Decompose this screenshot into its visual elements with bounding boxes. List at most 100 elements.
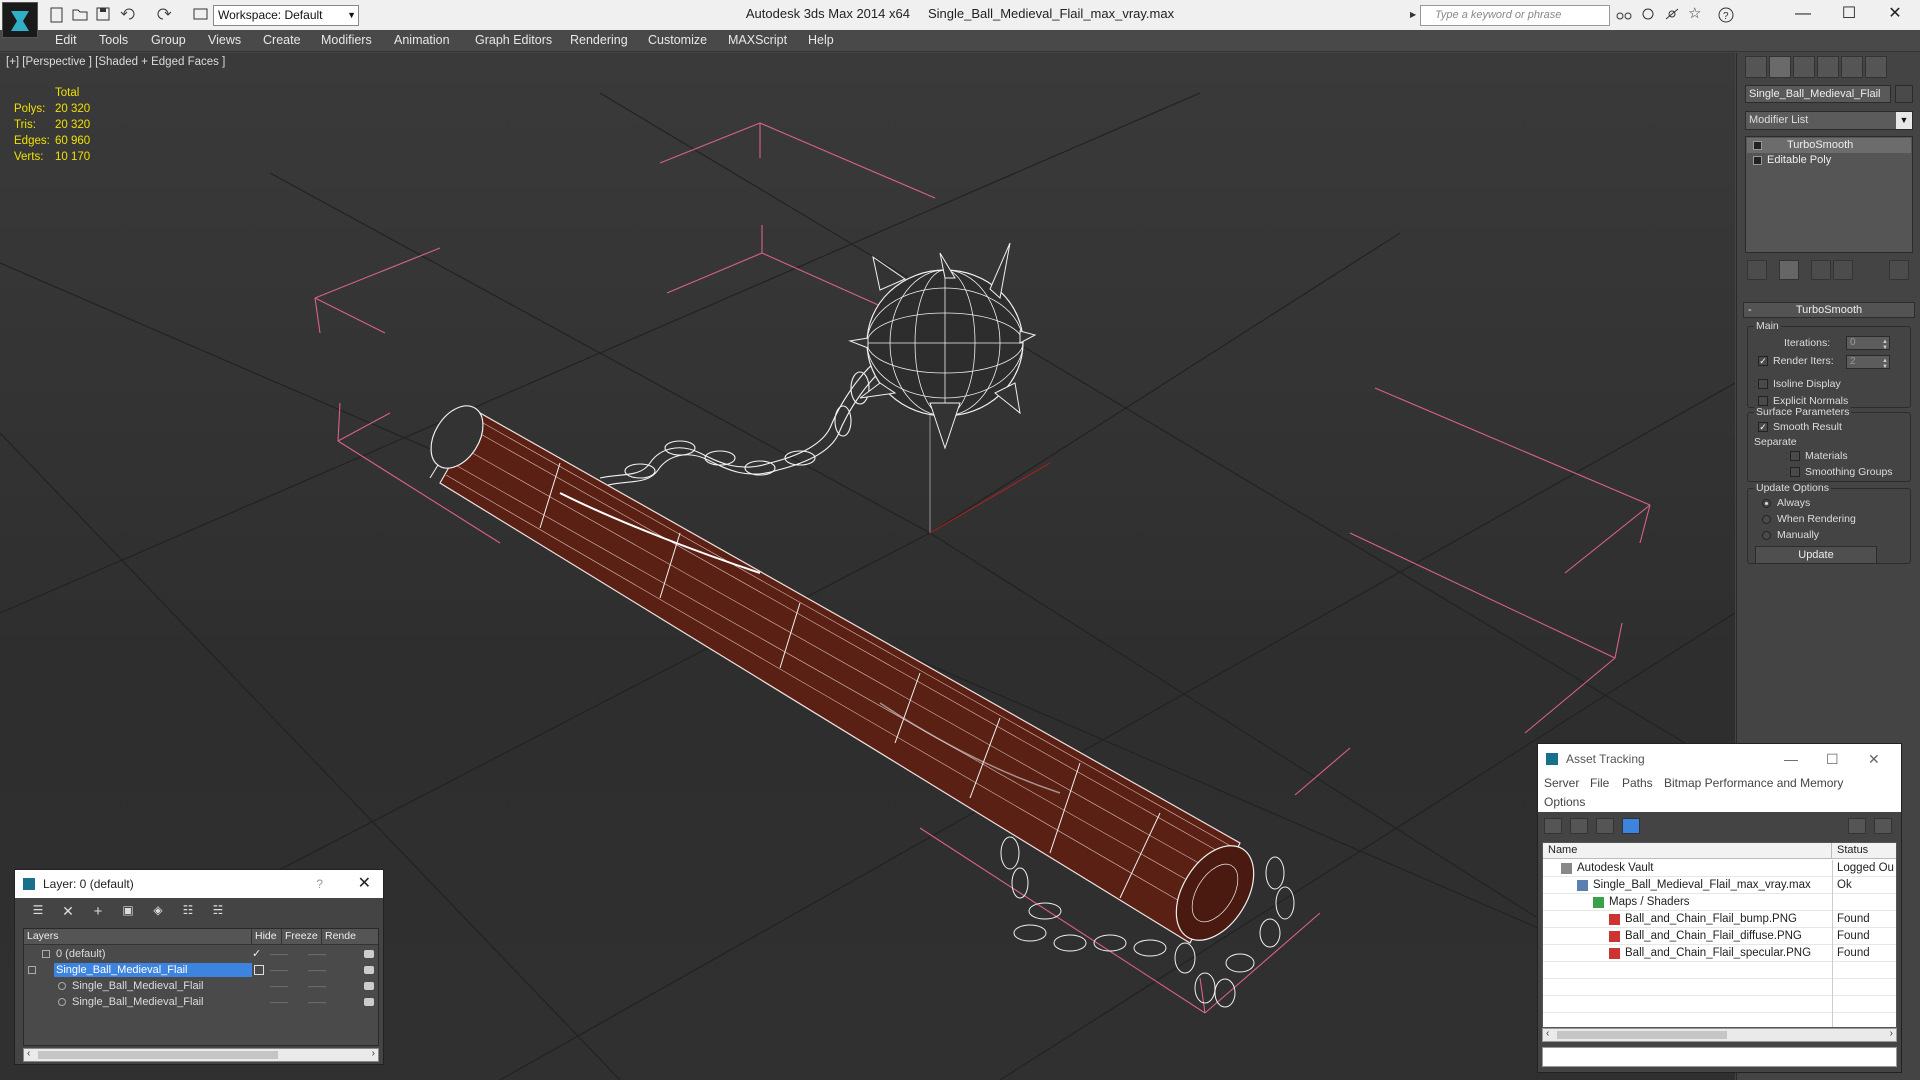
expand-arrow-icon[interactable]: ▶ (1410, 10, 1416, 19)
hide-column-header[interactable]: Hide (252, 929, 282, 945)
menu-tools[interactable]: Tools (99, 33, 128, 47)
scrollbar-thumb[interactable] (38, 1051, 278, 1059)
render-teapot-icon[interactable] (364, 950, 374, 958)
object-name-field[interactable]: Single_Ball_Medieval_Flail (1745, 85, 1891, 103)
object-color-swatch[interactable] (1895, 85, 1913, 103)
configure-sets-icon[interactable] (1889, 260, 1909, 280)
asset-row[interactable]: Ball_and_Chain_Flail_bump.PNG Found (1543, 911, 1896, 928)
help-icon[interactable]: ? (316, 870, 323, 898)
expand-icon[interactable] (1753, 156, 1762, 165)
name-column-header[interactable]: Name (1543, 843, 1832, 859)
always-radio[interactable] (1762, 499, 1771, 508)
render-column-header[interactable]: Rende (322, 929, 378, 945)
undo-icon[interactable] (120, 7, 136, 23)
project-folder-icon[interactable] (193, 7, 209, 23)
stack-item-turbosmooth[interactable]: TurboSmooth (1747, 138, 1911, 153)
menu-options[interactable]: Options (1544, 795, 1585, 809)
menu-edit[interactable]: Edit (55, 33, 77, 47)
rollout-header[interactable]: - TurboSmooth (1743, 302, 1915, 318)
menu-graph-editors[interactable]: Graph Editors (475, 33, 552, 47)
close-button[interactable]: ✕ (1868, 744, 1880, 774)
asset-row[interactable]: Autodesk Vault Logged Ou (1543, 860, 1896, 877)
asset-path-field[interactable] (1542, 1047, 1897, 1067)
update-button[interactable]: Update (1755, 546, 1877, 564)
menu-file[interactable]: File (1590, 776, 1609, 790)
grid-view-icon[interactable] (1622, 818, 1640, 834)
search-input[interactable]: Type a keyword or phrase (1420, 5, 1610, 26)
asset-row[interactable]: Ball_and_Chain_Flail_diffuse.PNG Found (1543, 928, 1896, 945)
expand-icon[interactable] (28, 966, 36, 974)
remove-modifier-icon[interactable] (1833, 260, 1853, 280)
hierarchy-tab-icon[interactable] (1793, 56, 1815, 78)
list-view-icon[interactable] (1570, 818, 1588, 834)
layer-window-titlebar[interactable]: Layer: 0 (default) ? ✕ (15, 870, 383, 898)
highlight-layer-icon[interactable]: ◈ (149, 903, 167, 919)
status-column-header[interactable]: Status (1832, 843, 1896, 859)
current-layer-checkmark[interactable]: ✓ (252, 946, 261, 962)
minimize-button[interactable]: — (1784, 744, 1798, 774)
asset-row[interactable]: Ball_and_Chain_Flail_specular.PNG Found (1543, 945, 1896, 962)
horizontal-scrollbar[interactable]: ‹ › (1542, 1028, 1897, 1042)
modify-tab-icon[interactable] (1769, 56, 1791, 78)
asset-row[interactable]: Maps / Shaders (1543, 894, 1896, 911)
asset-row[interactable]: Single_Ball_Medieval_Flail_max_vray.max … (1543, 877, 1896, 894)
display-tab-icon[interactable] (1841, 56, 1863, 78)
new-layer-icon[interactable]: ☰ (29, 903, 47, 919)
minimize-button[interactable]: — (1780, 2, 1826, 26)
utilities-tab-icon[interactable] (1865, 56, 1887, 78)
refresh-icon[interactable] (1544, 818, 1562, 834)
menu-customize[interactable]: Customize (648, 33, 707, 47)
render-iters-spinner[interactable]: 2 ▲ ▼ (1846, 355, 1890, 370)
horizontal-scrollbar[interactable]: ‹ › (23, 1048, 379, 1062)
smooth-result-checkbox[interactable]: ✓ (1758, 422, 1768, 432)
modifier-list-dropdown[interactable]: Modifier List ▼ (1745, 111, 1913, 130)
binoculars-icon[interactable] (1616, 7, 1632, 23)
menu-views[interactable]: Views (208, 33, 241, 47)
menu-paths[interactable]: Paths (1622, 776, 1653, 790)
menu-create[interactable]: Create (263, 33, 301, 47)
add-selected-icon[interactable]: + (89, 903, 107, 920)
set-current-box[interactable] (254, 965, 264, 975)
help-icon[interactable]: ? (1718, 7, 1734, 23)
menu-animation[interactable]: Animation (394, 33, 450, 47)
create-tab-icon[interactable] (1745, 56, 1767, 78)
menu-server[interactable]: Server (1544, 776, 1579, 790)
help-icon[interactable] (1848, 818, 1866, 834)
scrollbar-thumb[interactable] (1557, 1031, 1727, 1039)
favorites-star-icon[interactable]: ☆ (1688, 6, 1704, 23)
table-view-icon[interactable] (1596, 818, 1614, 834)
make-unique-icon[interactable] (1811, 260, 1831, 280)
layer-row[interactable]: Single_Ball_Medieval_Flail —— —— (24, 978, 378, 994)
layers-column-header[interactable]: Layers (24, 929, 252, 945)
manually-radio[interactable] (1762, 531, 1771, 540)
maximize-button[interactable]: ☐ (1826, 744, 1839, 774)
stack-item-editable-poly[interactable]: Editable Poly (1747, 153, 1911, 168)
close-button[interactable]: ✕ (1872, 2, 1918, 26)
render-teapot-icon[interactable] (364, 966, 374, 974)
layer-row[interactable]: Single_Ball_Medieval_Flail —— —— (24, 962, 378, 978)
subscription-icon[interactable] (1640, 7, 1656, 23)
iterations-spinner[interactable]: 0 ▲ ▼ (1846, 336, 1890, 351)
when-rendering-radio[interactable] (1762, 515, 1771, 524)
workspace-dropdown[interactable]: Workspace: Default ▼ (213, 5, 359, 26)
render-teapot-icon[interactable] (364, 982, 374, 990)
menu-group[interactable]: Group (151, 33, 186, 47)
menu-help[interactable]: Help (808, 33, 834, 47)
settings-icon[interactable] (1874, 818, 1892, 834)
explicit-normals-checkbox[interactable] (1758, 396, 1768, 406)
communication-center-icon[interactable] (1664, 7, 1680, 23)
isoline-checkbox[interactable] (1758, 379, 1768, 389)
pin-stack-icon[interactable] (1747, 260, 1767, 280)
materials-checkbox[interactable] (1790, 451, 1800, 461)
layer-row[interactable]: 0 (default) ✓ —— —— (24, 946, 378, 962)
menu-rendering[interactable]: Rendering (570, 33, 628, 47)
menu-maxscript[interactable]: MAXScript (728, 33, 787, 47)
menu-bitmap-performance[interactable]: Bitmap Performance and Memory (1664, 776, 1843, 790)
lightbulb-icon[interactable] (1753, 141, 1762, 150)
close-icon[interactable]: ✕ (358, 870, 371, 898)
render-teapot-icon[interactable] (364, 998, 374, 1006)
maximize-button[interactable]: ☐ (1826, 2, 1872, 26)
delete-layer-icon[interactable]: ✕ (59, 903, 77, 919)
show-end-result-icon[interactable] (1779, 260, 1799, 280)
select-objects-icon[interactable]: ▣ (119, 903, 137, 919)
